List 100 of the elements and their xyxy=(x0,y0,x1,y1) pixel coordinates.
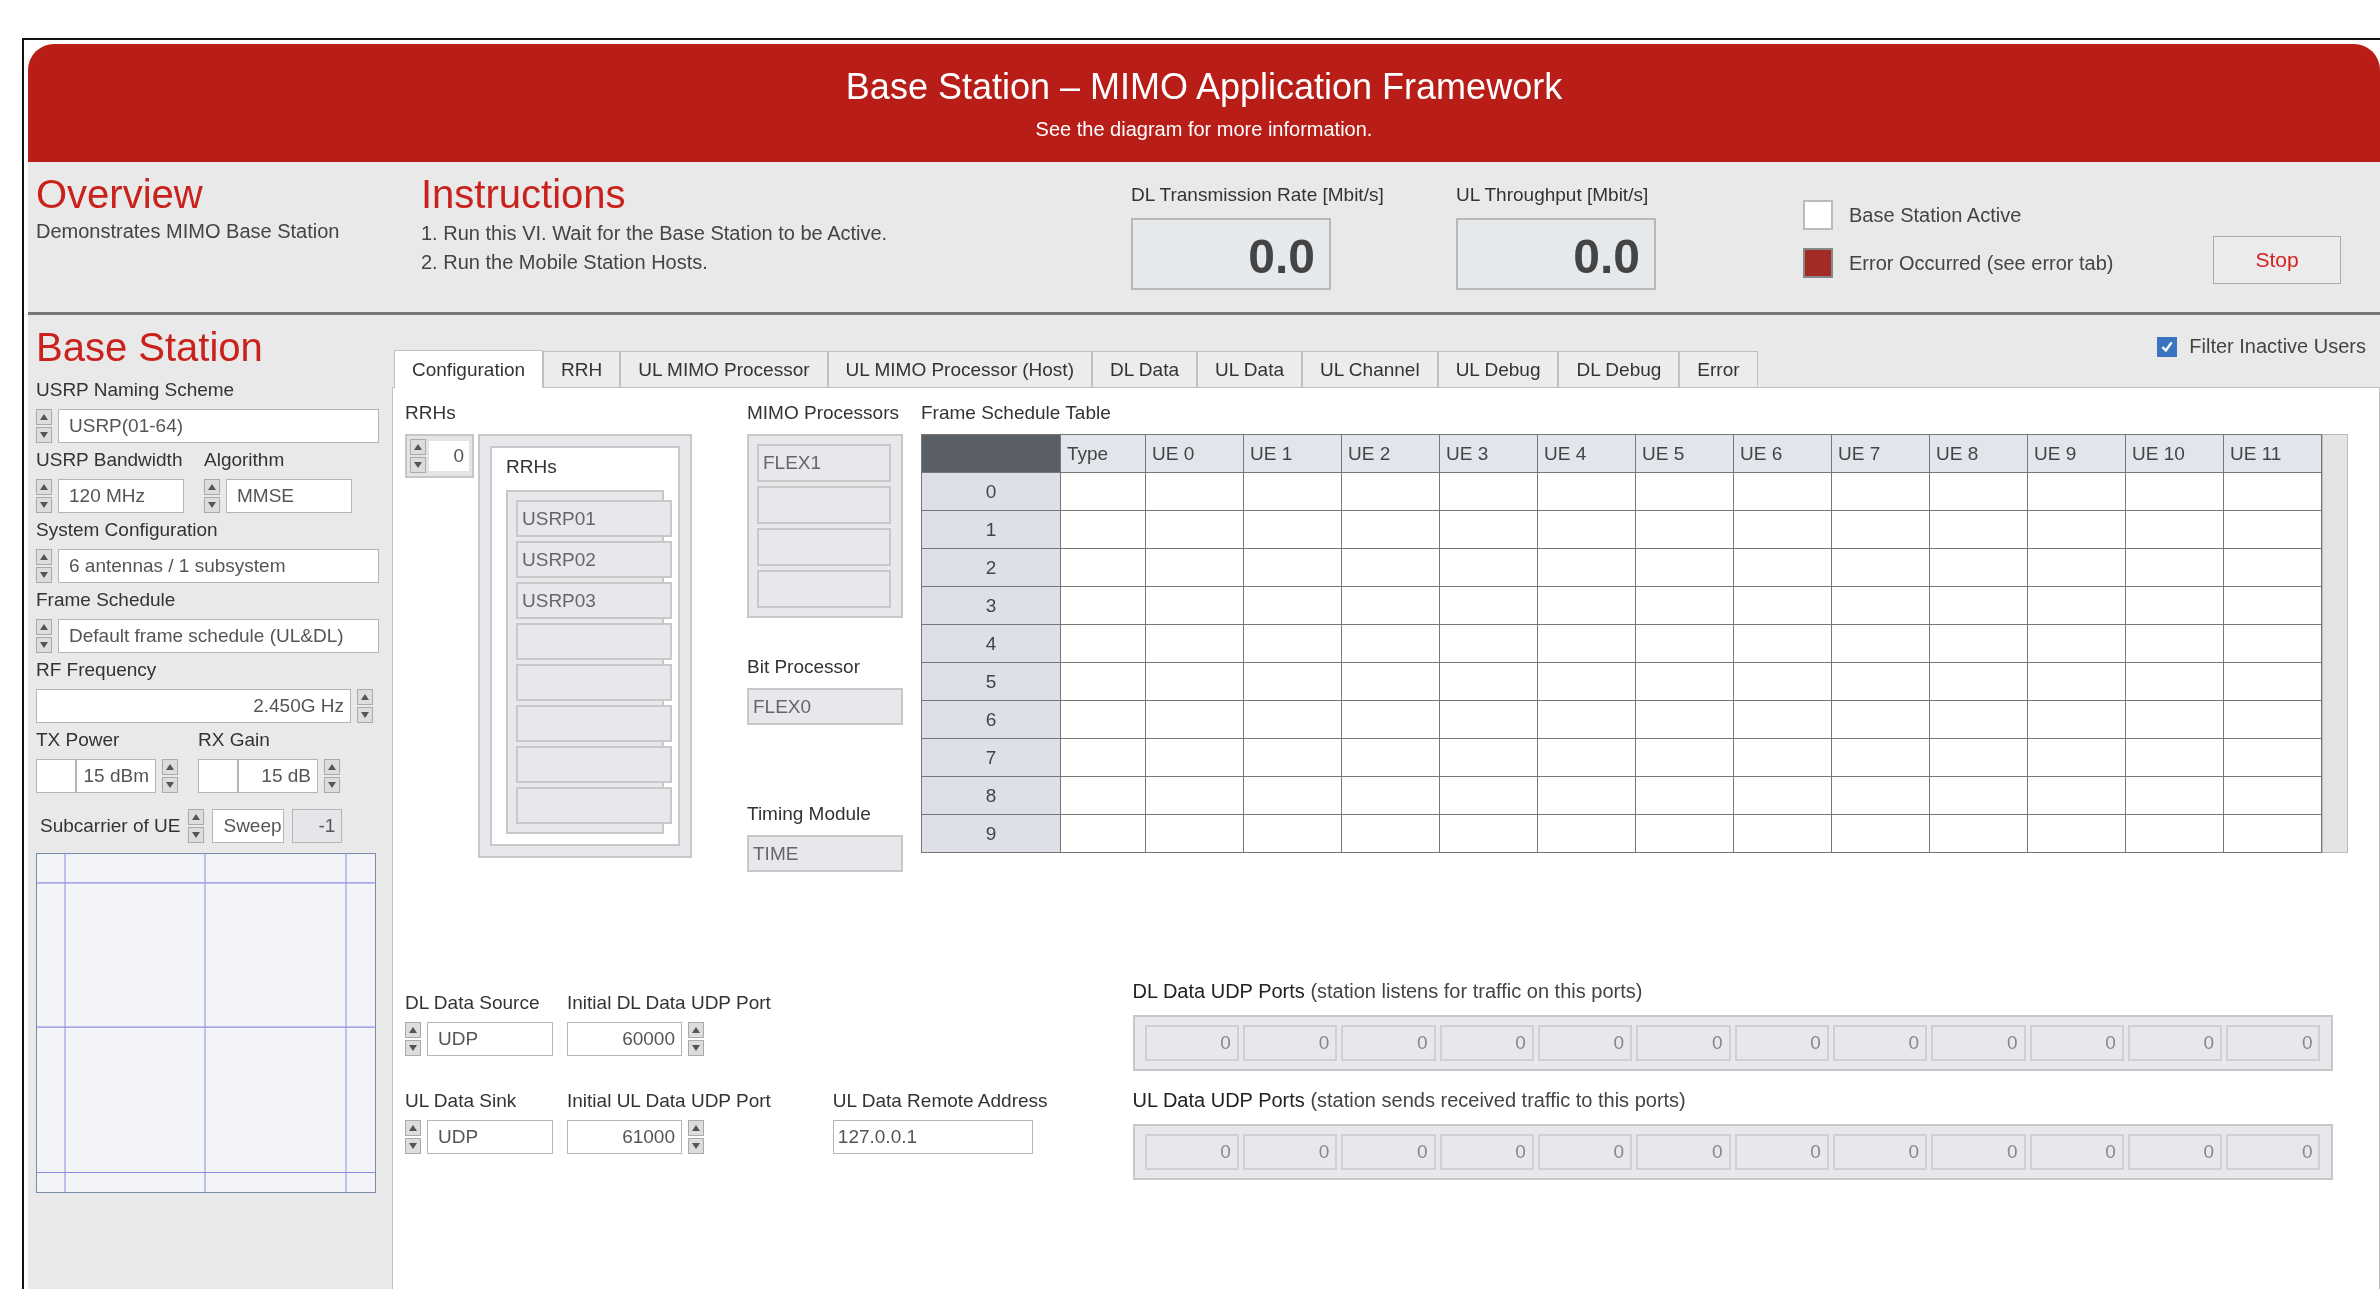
row-header: 9 xyxy=(921,814,1061,853)
numeric-field[interactable]: 15 dB xyxy=(238,759,318,793)
numeric-field[interactable]: 61000 xyxy=(567,1120,682,1154)
tab[interactable]: UL Debug xyxy=(1437,351,1559,387)
spin-button[interactable] xyxy=(36,549,52,583)
ring-field[interactable]: Sweep xyxy=(212,809,285,843)
port-field: 0 xyxy=(2226,1025,2321,1061)
ring-field[interactable]: Default frame schedule (UL&DL) xyxy=(58,619,379,653)
stop-button[interactable]: Stop xyxy=(2213,236,2341,284)
numeric-indicator: 0.0 xyxy=(1131,218,1331,290)
port-field: 0 xyxy=(1144,1025,1239,1061)
ring-field[interactable]: USRP(01-64) xyxy=(58,409,379,443)
port-field: 0 xyxy=(1537,1134,1633,1170)
spin-button[interactable] xyxy=(36,409,52,443)
tab[interactable]: DL Debug xyxy=(1558,351,1680,387)
column-header: UE 9 xyxy=(2027,434,2126,473)
spin-button[interactable] xyxy=(357,689,373,723)
row-header: 5 xyxy=(921,662,1061,701)
numeric-field[interactable]: 15 dBm xyxy=(76,759,156,793)
unit-box xyxy=(198,759,238,793)
port-field: 0 xyxy=(1242,1134,1338,1170)
port-field: 0 xyxy=(2029,1025,2124,1061)
spin-button[interactable] xyxy=(410,439,426,473)
port-field: 0 xyxy=(2127,1134,2223,1170)
column-header: UE 0 xyxy=(1145,434,1244,473)
ring-field[interactable]: MMSE xyxy=(226,479,352,513)
ring-field[interactable]: UDP xyxy=(427,1022,553,1056)
spin-button[interactable] xyxy=(36,619,52,653)
column-header: UE 3 xyxy=(1439,434,1538,473)
numeric-indicator: -1 xyxy=(292,809,343,843)
field-label: Initial DL Data UDP Port xyxy=(567,992,771,1014)
spin-button[interactable] xyxy=(162,759,178,793)
column-header: UE 2 xyxy=(1341,434,1440,473)
port-field: 0 xyxy=(1636,1025,1731,1061)
port-field: 0 xyxy=(1144,1134,1239,1170)
row-header: 4 xyxy=(921,624,1061,663)
row-header: 1 xyxy=(921,510,1061,549)
array-element[interactable]: USRP03 xyxy=(516,582,672,619)
field-label: Frame Schedule xyxy=(36,589,177,611)
spin-button[interactable] xyxy=(324,759,340,793)
spin-button[interactable] xyxy=(188,809,205,843)
field-label: Algorithm xyxy=(204,449,286,471)
instruction-step: 2. Run the Mobile Station Hosts. xyxy=(421,251,1131,274)
tab[interactable]: DL Data xyxy=(1092,351,1197,387)
checkbox-label: Filter Inactive Users xyxy=(2189,335,2366,358)
address-field[interactable]: 127.0.0.1 xyxy=(832,1120,1033,1154)
checkbox[interactable] xyxy=(2157,336,2178,357)
spin-button[interactable] xyxy=(36,479,52,513)
row-header: 3 xyxy=(921,586,1061,625)
ring-field[interactable]: 120 MHz xyxy=(58,479,184,513)
field-label: Subcarrier of UE xyxy=(40,815,181,837)
table-title: Frame Schedule Table xyxy=(921,402,1112,424)
indicator-label: UL Throughput [Mbit/s] xyxy=(1456,184,1650,206)
field-label: DL Data Source xyxy=(405,992,541,1014)
numeric-field[interactable]: 60000 xyxy=(567,1022,682,1056)
column-header: UE 4 xyxy=(1537,434,1636,473)
spin-button[interactable] xyxy=(405,1022,421,1056)
port-field: 0 xyxy=(2226,1134,2321,1170)
tab[interactable]: UL Data xyxy=(1197,351,1302,387)
indicator-label: DL Transmission Rate [Mbit/s] xyxy=(1131,184,1385,206)
port-field: 0 xyxy=(2029,1134,2124,1170)
instruction-step: 1. Run this VI. Wait for the Base Station to be Active. xyxy=(421,222,1131,245)
field-label: USRP Naming Scheme xyxy=(36,379,236,401)
spin-button[interactable] xyxy=(405,1120,421,1154)
field-label: RF Frequency xyxy=(36,659,158,681)
port-field: 0 xyxy=(1734,1025,1829,1061)
field-label: Bit Processor xyxy=(747,656,861,678)
row-header: 7 xyxy=(921,738,1061,777)
numeric-field[interactable]: 2.450G Hz xyxy=(36,689,351,723)
field-label: Initial UL Data UDP Port xyxy=(567,1090,771,1112)
scrollbar[interactable] xyxy=(2322,434,2348,853)
led-label: Error Occurred (see error tab) xyxy=(1849,251,2114,275)
port-field: 0 xyxy=(1832,1134,1928,1170)
section-title: Instructions xyxy=(421,172,627,216)
array-element[interactable]: USRP02 xyxy=(516,541,672,578)
port-field: 0 xyxy=(1636,1134,1731,1170)
spin-button[interactable] xyxy=(204,479,220,513)
ring-field[interactable]: 6 antennas / 1 subsystem xyxy=(58,549,379,583)
row-header: 2 xyxy=(921,548,1061,587)
array-element[interactable]: FLEX1 xyxy=(757,444,891,482)
tab[interactable]: Error xyxy=(1679,351,1758,387)
tab[interactable]: UL MIMO Processor xyxy=(620,351,828,387)
tab[interactable]: UL MIMO Processor (Host) xyxy=(827,351,1092,387)
field-label: RRHs xyxy=(405,402,457,424)
field-label: UL Data Remote Address xyxy=(832,1090,1048,1112)
field-label: RX Gain xyxy=(198,729,271,751)
row-header: 6 xyxy=(921,700,1061,739)
port-field: 0 xyxy=(1537,1025,1633,1061)
ring-field[interactable]: UDP xyxy=(427,1120,553,1154)
tab[interactable]: RRH xyxy=(543,351,621,387)
array-element[interactable]: USRP01 xyxy=(516,500,672,537)
array-index[interactable]: 0 xyxy=(405,434,474,478)
row-header: 8 xyxy=(921,776,1061,815)
port-field: 0 xyxy=(1734,1134,1829,1170)
tab[interactable]: Configuration xyxy=(394,350,544,388)
tab[interactable]: UL Channel xyxy=(1302,351,1438,387)
overview-text: Demonstrates MIMO Base Station xyxy=(36,220,341,243)
spin-button[interactable] xyxy=(688,1120,704,1154)
port-field: 0 xyxy=(1341,1134,1436,1170)
spin-button[interactable] xyxy=(688,1022,704,1056)
